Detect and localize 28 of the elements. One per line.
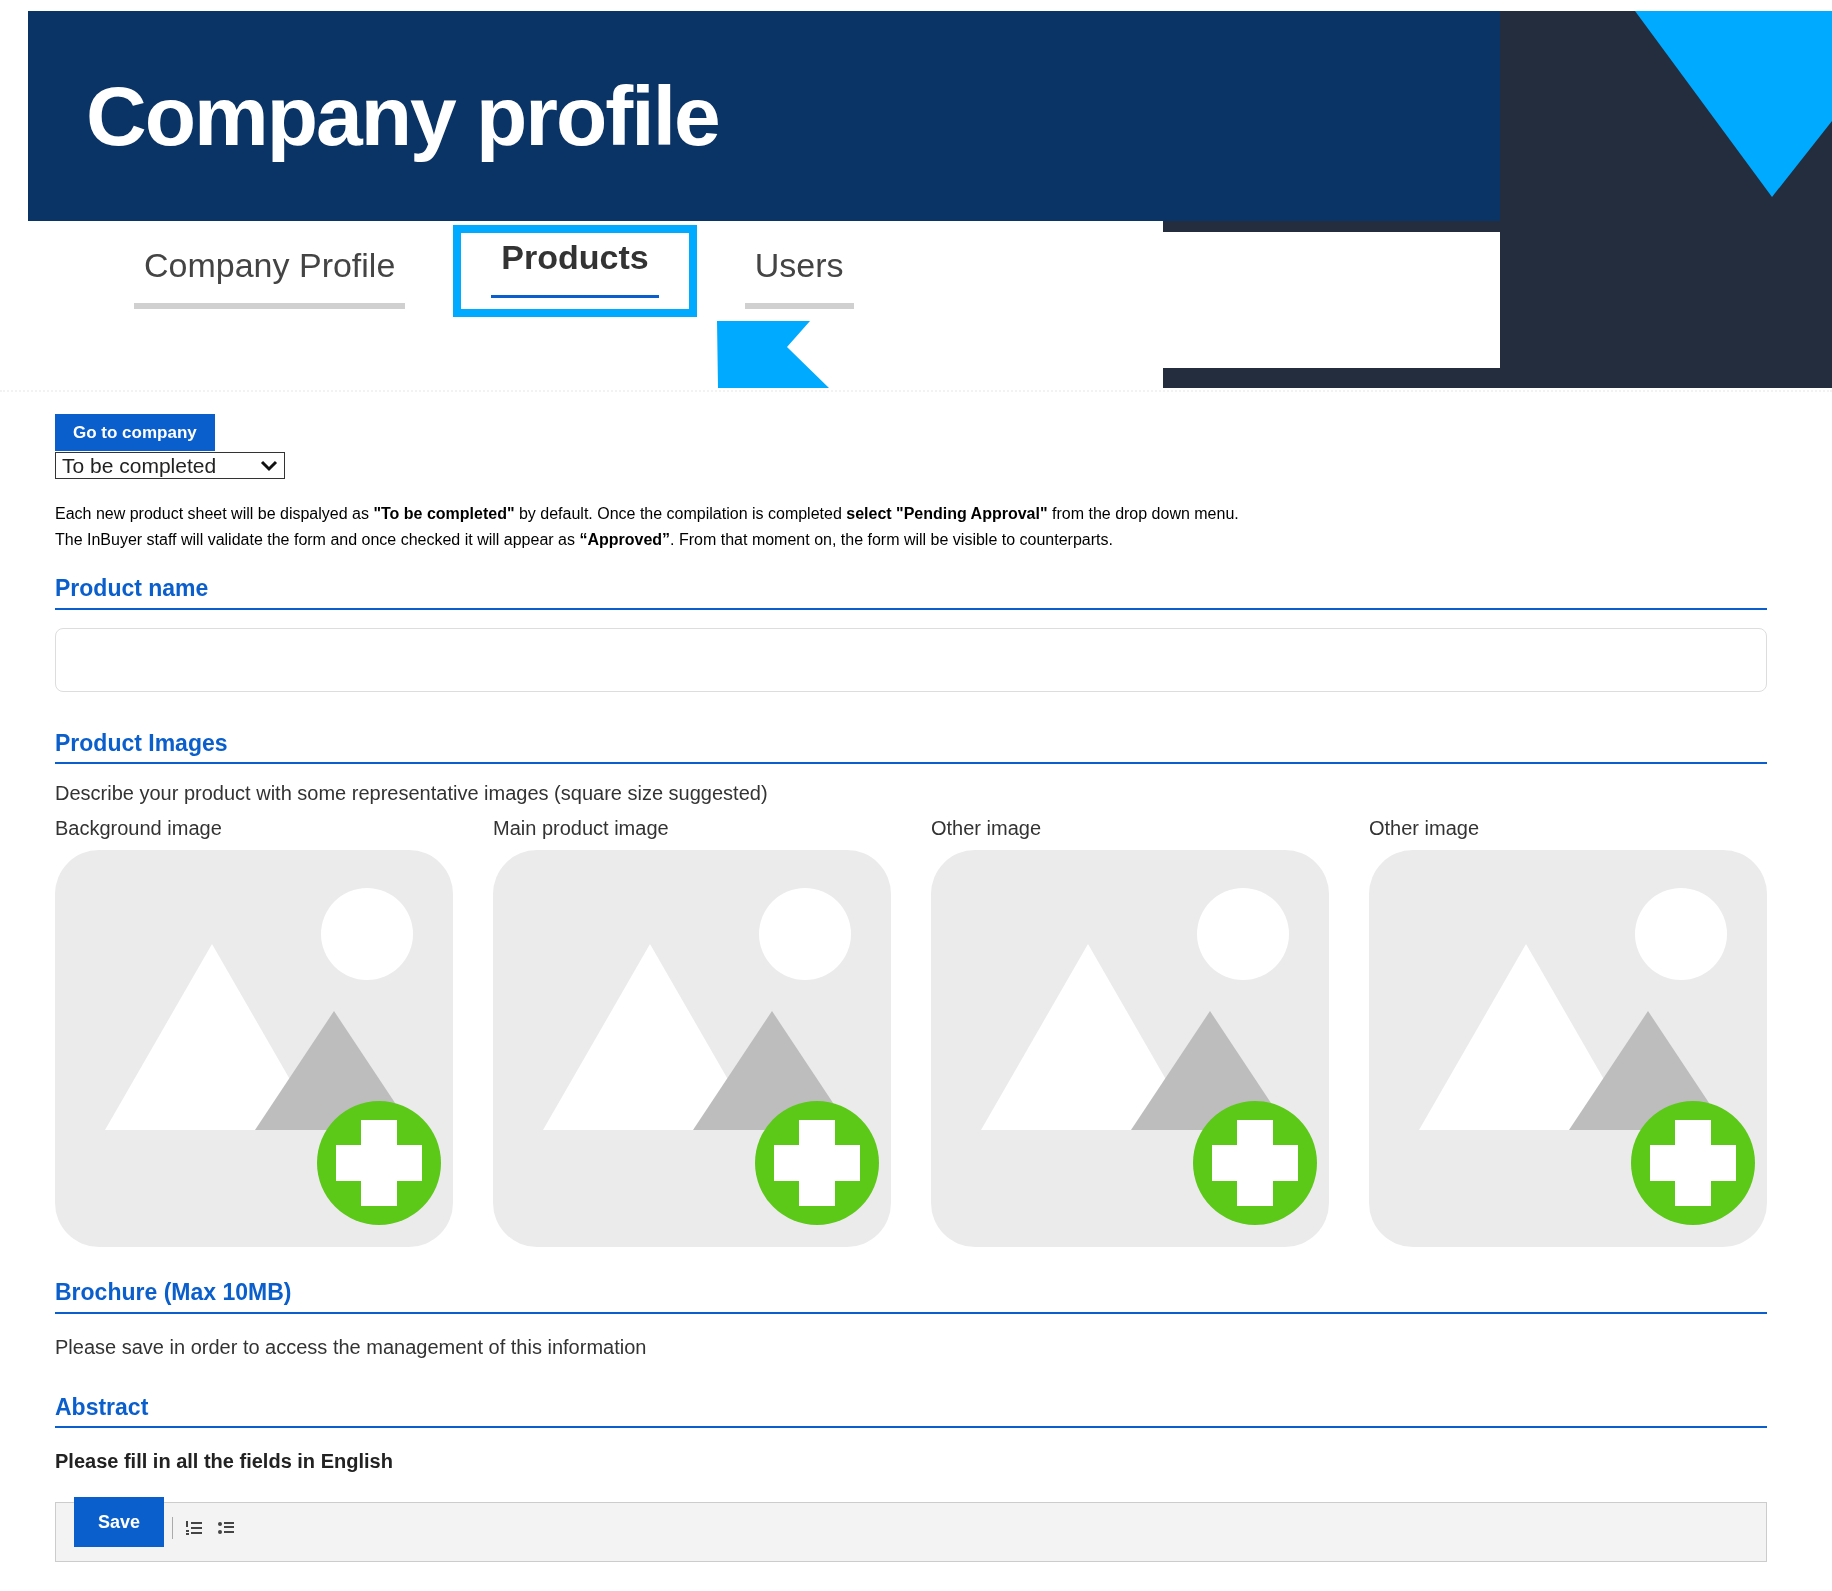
image-upload-button[interactable] [493, 850, 891, 1247]
save-button[interactable]: Save [74, 1497, 164, 1547]
page-title: Company profile [86, 67, 719, 165]
chevron-down-icon [260, 459, 278, 472]
section-heading: Product Images [55, 729, 228, 756]
section-heading: Abstract [55, 1393, 149, 1420]
go-to-company-button[interactable]: Go to company [55, 414, 215, 451]
tab[interactable]: Users [696, 225, 902, 317]
image-label: Main product image [493, 816, 670, 841]
status-select[interactable]: To be completed [55, 452, 285, 479]
brochure-note: Please save in order to access the management of this information [55, 1334, 648, 1360]
product-name-field[interactable] [55, 627, 1767, 692]
image-label: Background image [55, 816, 223, 841]
image-label: Other image [1369, 816, 1481, 841]
numbered-list-icon[interactable] [185, 1519, 203, 1537]
abstract-note: Please fill in all the fields in English [55, 1449, 394, 1474]
bulleted-list-icon[interactable] [217, 1519, 235, 1537]
image-label: Other image [931, 816, 1043, 841]
tab[interactable]: Company Profile [86, 225, 454, 317]
image-upload-button[interactable] [55, 850, 453, 1247]
section-heading: Brochure (Max 10MB) [55, 1279, 292, 1305]
info-text: The InBuyer staff will validate the form and once checked it will appear as “Approved”. From that moment on, the form will be visible to counterparts. [55, 530, 1114, 550]
section-heading: Product name [55, 575, 209, 601]
images-description: Describe your product with some representative images (square size suggested) [55, 781, 769, 806]
image-upload-button[interactable] [1369, 850, 1767, 1247]
tab[interactable]: Products [453, 225, 697, 317]
image-upload-button[interactable] [931, 850, 1329, 1247]
info-text: Each new product sheet will be dispalyed as "To be completed" by default. Once the compilation is completed select "Pending Approval" from the drop down menu. [55, 504, 1240, 524]
